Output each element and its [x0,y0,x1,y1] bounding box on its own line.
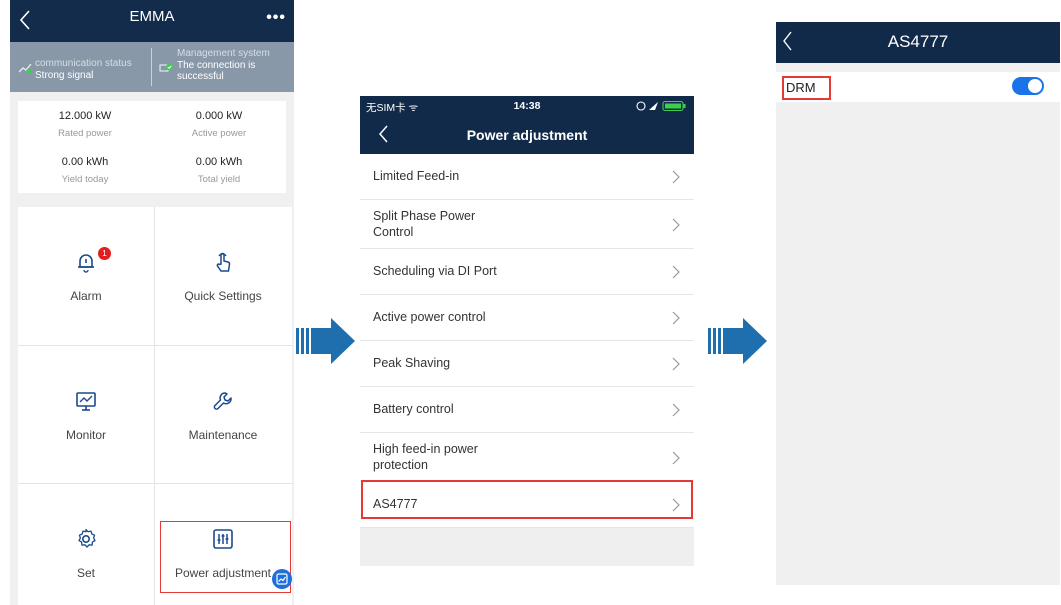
flow-arrow-icon [296,318,355,364]
hand-pointer-icon [216,252,231,272]
tile-label: Quick Settings [184,289,262,303]
highlight-box [361,480,693,519]
page-title: AS4777 [887,32,949,51]
page-title: EMMA [129,8,175,25]
monitor-icon [76,392,96,411]
nav-bar: Power adjustment [360,116,694,154]
list-item[interactable]: Scheduling via DI Port [360,249,694,295]
kpi-label: Yield today [61,174,109,185]
kpi-rated-power: 12.000 kW Rated power [18,101,152,147]
signal-icon [18,63,32,74]
tile-monitor[interactable]: Monitor [18,346,154,482]
toggle-knob [1028,79,1042,93]
power-adjustment-screen: 无SIM卡 ᯤ 14:38 Power adjustment Limited F… [360,96,694,566]
list-item[interactable]: Limited Feed-in [360,154,694,200]
management-system-value: The connection is [177,60,256,71]
page-title: Power adjustment [466,127,588,143]
kpi-label: Rated power [58,128,112,139]
chevron-right-icon [672,170,680,184]
kpi-value: 0.000 kW [195,110,243,122]
connection-status-bar: communication status Strong signal Manag… [10,42,294,92]
tile-label: Maintenance [188,428,258,442]
communication-status: communication status Strong signal [10,42,151,92]
battery-icon [636,100,686,112]
kpi-label: Active power [191,128,247,139]
phone-status-bar: 无SIM卡 ᯤ 14:38 [360,96,694,116]
tile-label: Monitor [65,428,106,442]
kpi-value: 0.00 kWh [195,156,243,168]
list-item[interactable]: Peak Shaving [360,341,694,387]
chevron-right-icon [672,218,680,232]
list-item-label: Active power control [373,310,486,324]
flow-arrow-icon [708,318,767,364]
management-system-value-2: successful [177,71,224,82]
as4777-screen: AS4777 DRM [776,22,1060,585]
kpi-value: 0.00 kWh [61,156,109,168]
chevron-right-icon [672,403,680,417]
tile-set[interactable]: Set [18,484,154,605]
list-item-label-line2: Control [373,225,414,239]
kpi-active-power: 0.000 kW Active power [152,101,286,147]
bell-icon [78,254,94,273]
tile-label: Alarm [70,289,102,303]
list-item[interactable]: High feed-in power protection [360,433,694,482]
communication-status-label: communication status [35,58,132,69]
tile-maintenance[interactable]: Maintenance [155,346,291,482]
trend-chart-icon[interactable] [272,569,292,589]
connected-check-icon [159,63,173,72]
kpi-label: Total yield [197,174,241,185]
drm-toggle[interactable] [1012,77,1044,95]
gear-icon [78,528,96,548]
list-item[interactable]: Battery control [360,387,694,433]
tile-label: Set [76,566,95,580]
kpi-yield-today: 0.00 kWh Yield today [18,147,152,193]
list-item-label: High feed-in power [373,442,478,456]
list-item-label: Split Phase Power [373,209,476,223]
list-item[interactable]: Active power control [360,295,694,341]
title-bar: EMMA ••• [10,0,294,42]
communication-status-value: Strong signal [35,70,94,81]
management-system-status: Management system The connection is succ… [153,42,294,92]
alarm-count-badge: 1 [98,247,111,260]
wrench-icon [213,392,232,410]
kpi-panel: 12.000 kW Rated power 0.000 kW Active po… [18,101,286,193]
divider [151,48,152,86]
tile-quick-settings[interactable]: Quick Settings [155,207,291,343]
more-menu-button[interactable]: ••• [266,9,286,27]
list-item-label-line2: protection [373,458,428,472]
list-item-label: Scheduling via DI Port [373,264,497,278]
settings-list: Limited Feed-in Split Phase Power Control S… [360,154,694,528]
kpi-total-yield: 0.00 kWh Total yield [152,147,286,193]
chevron-right-icon [672,311,680,325]
chevron-right-icon [672,451,680,465]
management-system-label: Management system [177,48,270,59]
highlight-box [782,76,831,100]
list-item-label: Battery control [373,402,454,416]
emma-home-screen: EMMA ••• communication status Strong sig… [10,0,294,605]
chevron-right-icon [672,357,680,371]
kpi-value: 12.000 kW [58,110,112,122]
chevron-right-icon [672,265,680,279]
list-item[interactable]: Split Phase Power Control [360,200,694,249]
list-item-label: Limited Feed-in [373,169,460,183]
list-item-label: Peak Shaving [373,356,451,370]
nav-bar: AS4777 [776,22,1060,63]
tile-alarm[interactable]: 1 Alarm [18,207,154,343]
